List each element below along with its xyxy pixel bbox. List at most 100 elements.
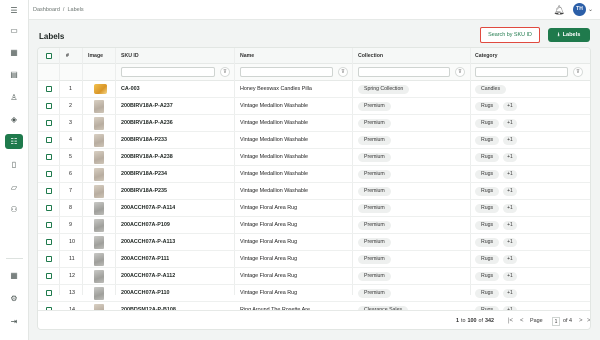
table-row[interactable]: 9 200ACCH07A-P109 Vintage Floral Area Rug P… xyxy=(38,217,590,234)
row-checkbox[interactable] xyxy=(46,251,52,267)
row-checkbox[interactable] xyxy=(46,81,52,97)
row-checkbox[interactable] xyxy=(46,115,52,131)
folder-icon[interactable]: ▱ xyxy=(5,180,23,195)
more-categories-badge[interactable]: +1 xyxy=(503,203,517,213)
sku-filter-icon[interactable]: ⊽ xyxy=(220,67,230,77)
labels-download-button[interactable]: ⭳ Labels xyxy=(548,28,590,42)
row-checkbox[interactable] xyxy=(46,268,52,284)
search-by-sku-button[interactable]: Search by SKU ID xyxy=(480,27,540,43)
category-chip: Rugs+1 xyxy=(475,98,517,114)
product-name: Vintage Floral Area Rug xyxy=(240,205,298,211)
more-categories-badge[interactable]: +1 xyxy=(503,237,517,247)
row-index: 12 xyxy=(69,273,75,279)
name-filter-input[interactable] xyxy=(240,67,333,77)
hierarchy-icon[interactable]: ⚇ xyxy=(5,202,23,217)
table-row[interactable]: 4 200BIRV18A-P233 Vintage Medallion Washab… xyxy=(38,132,590,149)
more-categories-badge[interactable]: +1 xyxy=(503,152,517,162)
more-categories-badge[interactable]: +1 xyxy=(503,254,517,264)
table-row[interactable]: 13 200ACCH07A-P110 Vintage Floral Area Rug… xyxy=(38,285,590,302)
header-index: # xyxy=(66,52,69,59)
row-checkbox[interactable] xyxy=(46,183,52,199)
user-icon[interactable]: ♙ xyxy=(5,90,23,105)
bell-icon[interactable]: 🔔︎ xyxy=(553,4,565,16)
table-row[interactable]: 1 CA-003 Honey Beeswax Candles Pilla Spring… xyxy=(38,81,590,98)
product-thumbnail xyxy=(94,251,104,267)
page-number-input[interactable]: 1 xyxy=(552,317,560,326)
collection-chip: Premium xyxy=(358,98,391,114)
row-checkbox[interactable] xyxy=(46,285,52,301)
product-name: Vintage Medallion Washable xyxy=(240,154,309,160)
apps-icon[interactable]: ▦ xyxy=(5,268,23,283)
table-row[interactable]: 11 200ACCH07A-P111 Vintage Floral Area Rug… xyxy=(38,251,590,268)
select-all-checkbox[interactable] xyxy=(46,48,52,63)
row-index: 5 xyxy=(69,154,72,160)
more-categories-badge[interactable]: +1 xyxy=(503,220,517,230)
row-checkbox[interactable] xyxy=(46,98,52,114)
row-index: 2 xyxy=(69,103,72,109)
category-chip: Rugs+1 xyxy=(475,149,517,165)
header-name[interactable]: Name xyxy=(240,48,254,63)
breadcrumb-current: Labels xyxy=(67,7,84,13)
avatar[interactable]: TH xyxy=(573,3,586,16)
name-filter-icon[interactable]: ⊽ xyxy=(338,67,348,77)
category-filter-input[interactable] xyxy=(475,67,568,77)
table-row[interactable]: 7 200BIRV18A-P235 Vintage Medallion Washab… xyxy=(38,183,590,200)
row-checkbox[interactable] xyxy=(46,166,52,182)
header-collection[interactable]: Collection xyxy=(358,48,383,63)
row-checkbox[interactable] xyxy=(46,200,52,216)
more-categories-badge[interactable]: +1 xyxy=(503,169,517,179)
more-categories-badge[interactable]: +1 xyxy=(503,135,517,145)
collection-filter-input[interactable] xyxy=(358,67,450,77)
table-row[interactable]: 2 200BIRV18A-P-A237 Vintage Medallion Wash… xyxy=(38,98,590,115)
collection-chip: Premium xyxy=(358,200,391,216)
next-page-icon[interactable]: > xyxy=(579,318,583,324)
product-name: Vintage Floral Area Rug xyxy=(240,222,298,228)
more-categories-badge[interactable]: +1 xyxy=(503,288,517,298)
row-checkbox[interactable] xyxy=(46,132,52,148)
dashboard-icon[interactable]: ▭ xyxy=(5,23,23,38)
sku-id: 200ACCH07A-P-A114 xyxy=(121,205,176,211)
chevron-down-icon[interactable]: ⌄ xyxy=(588,6,593,13)
row-index: 1 xyxy=(69,86,72,92)
category-filter-icon[interactable]: ⊽ xyxy=(573,67,583,77)
row-index: 7 xyxy=(69,188,72,194)
more-categories-badge[interactable]: +1 xyxy=(503,118,517,128)
table-row[interactable]: 5 200BIRV18A-P-A238 Vintage Medallion Wash… xyxy=(38,149,590,166)
more-categories-badge[interactable]: +1 xyxy=(503,101,517,111)
row-checkbox[interactable] xyxy=(46,217,52,233)
table-row[interactable]: 6 200BIRV18A-P234 Vintage Medallion Washab… xyxy=(38,166,590,183)
table-row[interactable]: 8 200ACCH07A-P-A114 Vintage Floral Area Ru… xyxy=(38,200,590,217)
labels-table: # Image SKU ID Name Collection Category … xyxy=(37,47,591,330)
logout-icon[interactable]: ⇥ xyxy=(5,314,23,329)
header-sku[interactable]: SKU ID xyxy=(121,48,139,63)
settings-icon[interactable]: ⚙ xyxy=(5,291,23,306)
header-category[interactable]: Category xyxy=(475,48,498,63)
more-categories-badge[interactable]: +1 xyxy=(503,186,517,196)
row-checkbox[interactable] xyxy=(46,149,52,165)
table-row[interactable]: 12 200ACCH07A-P-A112 Vintage Floral Area R… xyxy=(38,268,590,285)
last-page-icon[interactable]: >| xyxy=(587,318,590,324)
first-page-icon[interactable]: |< xyxy=(508,318,513,324)
row-checkbox[interactable] xyxy=(46,234,52,250)
menu-icon[interactable]: ☰ xyxy=(5,3,23,18)
document-icon[interactable]: ▤ xyxy=(5,67,23,82)
prev-page-icon[interactable]: < xyxy=(520,318,524,324)
grid-icon[interactable]: ▦ xyxy=(5,45,23,60)
tag-icon[interactable]: ◈ xyxy=(5,112,23,127)
sliders-icon[interactable]: ☷ xyxy=(5,134,23,149)
table-row[interactable]: 3 200BIRV18A-P-A236 Vintage Medallion Wash… xyxy=(38,115,590,132)
breadcrumb-dashboard[interactable]: Dashboard xyxy=(33,7,60,13)
more-categories-badge[interactable]: +1 xyxy=(503,271,517,281)
table-row[interactable]: 10 200ACCH07A-P-A113 Vintage Floral Area R… xyxy=(38,234,590,251)
category-chip: Rugs+1 xyxy=(475,217,517,233)
collection-chip: Premium xyxy=(358,285,391,301)
row-index: 4 xyxy=(69,137,72,143)
collection-filter-icon[interactable]: ⊽ xyxy=(455,67,465,77)
category-chip: Rugs+1 xyxy=(475,285,517,301)
sidebar-divider xyxy=(6,258,23,259)
product-thumbnail xyxy=(94,183,104,199)
sku-filter-input[interactable] xyxy=(121,67,215,77)
file-icon[interactable]: ▯ xyxy=(5,157,23,172)
product-name: Vintage Floral Area Rug xyxy=(240,256,298,262)
product-name: Vintage Floral Area Rug xyxy=(240,273,298,279)
